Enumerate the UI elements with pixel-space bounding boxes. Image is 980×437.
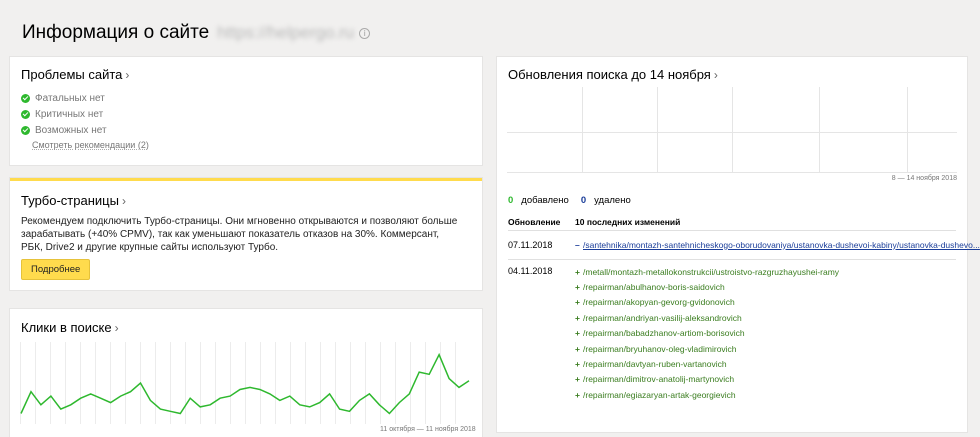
col-update-header: Обновление (508, 217, 561, 227)
change-link[interactable]: +/repairman/akopyan-gevorg-gvidonovich (575, 295, 839, 310)
plus-icon: + (575, 389, 580, 400)
clicks-date-range: 11 октября — 11 ноября 2018 (380, 426, 476, 433)
problems-title-text[interactable]: Проблемы сайта (21, 67, 122, 82)
change-path[interactable]: /repairman/abulhanov-boris-saidovich (583, 282, 725, 292)
plus-icon: + (575, 282, 580, 293)
problem-item: Возможных нет (21, 122, 107, 138)
problem-label: Критичных нет (35, 108, 104, 120)
plus-icon: + (575, 297, 580, 308)
updates-title-text[interactable]: Обновления поиска до 14 ноября (508, 67, 711, 82)
search-updates-card: Обновления поиска до 14 ноября › 8 — 14 н… (497, 57, 980, 432)
problem-label: Фатальных нет (35, 92, 105, 104)
updates-chart[interactable] (507, 87, 957, 173)
info-icon[interactable]: i (359, 27, 371, 39)
change-link[interactable]: +/repairman/babadzhanov-artiom-borisovic… (575, 326, 839, 341)
change-path[interactable]: /santehnika/montazh-santehnicheskogo-obo… (583, 240, 980, 250)
deleted-label: удалено (594, 195, 631, 206)
site-url[interactable]: https://helpergo.ru (217, 23, 354, 43)
clicks-title[interactable]: Клики в поиске › (21, 320, 119, 335)
row-date: 07.11.2018 (508, 240, 553, 250)
minus-icon: – (575, 239, 580, 250)
change-path[interactable]: /repairman/akopyan-gevorg-gvidonovich (583, 297, 735, 307)
change-link[interactable]: +/repairman/andriyan-vasilij-aleksandrov… (575, 310, 839, 325)
turbo-card: Турбо-страницы › Рекомендуем подключить Т… (10, 178, 482, 290)
changes-table-header: Обновление 10 последних изменений (508, 217, 680, 227)
check-circle-icon (21, 93, 30, 103)
change-link[interactable]: +/metall/montazh-metallokonstrukcii/ustr… (575, 264, 839, 279)
plus-icon: + (575, 374, 580, 385)
check-circle-icon (21, 125, 30, 135)
chevron-right-icon: › (114, 321, 119, 335)
row-links: – /santehnika/montazh-santehnicheskogo-o… (575, 237, 980, 252)
clicks-grid (20, 342, 456, 424)
change-path[interactable]: /repairman/egiazaryan-artak-georgievich (583, 390, 736, 400)
divider (508, 230, 956, 231)
problem-item: Критичных нет (21, 106, 107, 122)
change-path[interactable]: /repairman/andriyan-vasilij-aleksandrovi… (583, 313, 742, 323)
clicks-chart[interactable] (20, 342, 470, 424)
added-count: 0 (508, 195, 514, 206)
change-path[interactable]: /metall/montazh-metallokonstrukcii/ustro… (583, 267, 839, 277)
change-link[interactable]: +/repairman/davtyan-ruben-vartanovich (575, 356, 839, 371)
change-link[interactable]: +/repairman/egiazaryan-artak-georgievich (575, 387, 839, 402)
page-title-text: Информация о сайте (22, 22, 210, 43)
added-label: добавлено (521, 195, 569, 206)
chevron-right-icon: › (125, 68, 130, 82)
update-counters: 0 добавлено 0 удалено (508, 195, 631, 206)
col-changes-header: 10 последних изменений (575, 217, 681, 227)
problem-list: Фатальных нет Критичных нет Возможных не… (21, 90, 107, 138)
divider (508, 259, 956, 260)
recommendations-link[interactable]: Смотреть рекомендации (2) (32, 140, 149, 150)
deleted-count: 0 (580, 195, 587, 206)
plus-icon: + (575, 343, 580, 354)
problems-card: Проблемы сайта › Фатальных нет Критичных … (10, 57, 482, 165)
chevron-right-icon: › (121, 194, 126, 208)
problems-title[interactable]: Проблемы сайта › (21, 67, 129, 82)
change-link[interactable]: +/repairman/dimitrov-anatolij-martynovic… (575, 372, 839, 387)
turbo-description: Рекомендуем подключить Турбо-страницы. О… (21, 216, 458, 253)
updates-grid (507, 87, 957, 173)
change-path[interactable]: /repairman/babadzhanov-artiom-borisovich (583, 328, 745, 338)
page-title: Информация о сайте https://helpergo.ru i (22, 22, 371, 44)
updates-title[interactable]: Обновления поиска до 14 ноября › (508, 67, 718, 82)
change-path[interactable]: /repairman/davtyan-ruben-vartanovich (583, 359, 727, 369)
change-path[interactable]: /repairman/dimitrov-anatolij-martynovich (583, 374, 734, 384)
row-links: +/metall/montazh-metallokonstrukcii/ustr… (575, 264, 839, 403)
problem-label: Возможных нет (35, 124, 107, 136)
row-date: 04.11.2018 (508, 266, 553, 276)
chevron-right-icon: › (713, 68, 718, 82)
turbo-title-text[interactable]: Турбо-страницы (21, 193, 119, 208)
plus-icon: + (575, 312, 580, 323)
clicks-card: Клики в поиске › 11 октября — 11 ноября 2… (10, 309, 482, 437)
change-link[interactable]: +/repairman/bryuhanov-oleg-vladimirovich (575, 341, 839, 356)
check-circle-icon (21, 109, 30, 119)
plus-icon: + (575, 328, 580, 339)
change-path[interactable]: /repairman/bryuhanov-oleg-vladimirovich (583, 344, 737, 354)
updates-date-range: 8 — 14 ноября 2018 (891, 175, 957, 182)
clicks-title-text[interactable]: Клики в поиске (21, 320, 112, 335)
change-link[interactable]: – /santehnika/montazh-santehnicheskogo-o… (575, 237, 980, 252)
plus-icon: + (575, 266, 580, 277)
plus-icon: + (575, 359, 580, 370)
more-button[interactable]: Подробнее (21, 259, 91, 280)
turbo-title[interactable]: Турбо-страницы › (21, 193, 126, 208)
change-link[interactable]: +/repairman/abulhanov-boris-saidovich (575, 279, 839, 294)
problem-item: Фатальных нет (21, 90, 107, 106)
